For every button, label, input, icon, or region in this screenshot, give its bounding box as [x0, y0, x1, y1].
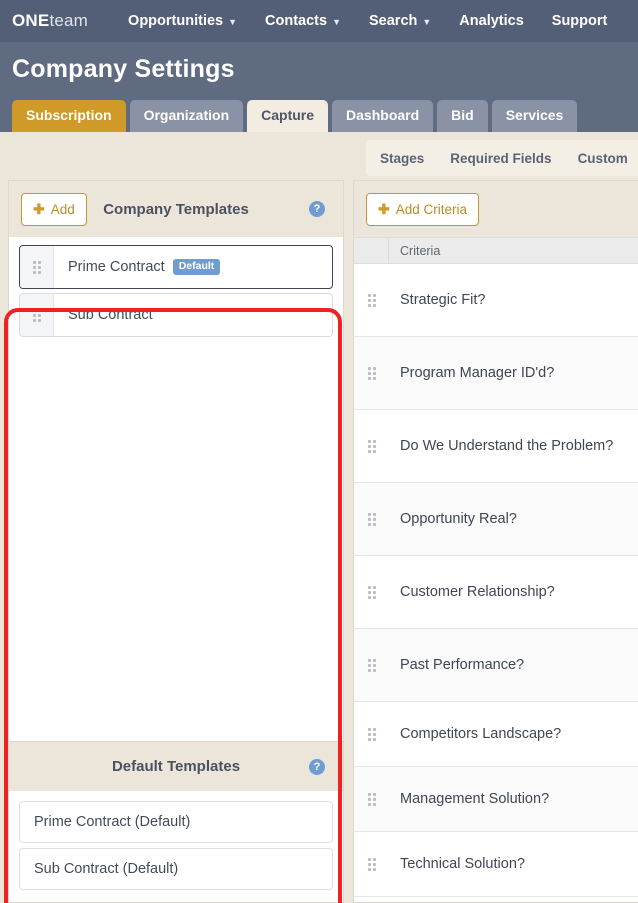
- add-template-button[interactable]: ✚ Add: [21, 192, 87, 226]
- drag-handle-icon[interactable]: [354, 585, 389, 599]
- chevron-down-icon: ▼: [332, 16, 341, 27]
- template-name: Prime Contract: [68, 259, 165, 275]
- drag-handle-icon[interactable]: [354, 512, 389, 526]
- main-tab-bar: Subscription Organization Capture Dashbo…: [12, 99, 578, 132]
- criteria-label: Competitors Landscape?: [400, 726, 562, 742]
- plus-icon: ✚: [33, 200, 45, 217]
- tab-services[interactable]: Services: [491, 99, 578, 132]
- criteria-table-body: Strategic Fit? Program Manager ID'd? Do We…: [354, 264, 638, 902]
- criteria-label: Do We Understand the Problem?: [400, 438, 614, 454]
- nav-label: Analytics: [459, 13, 524, 29]
- subtab-stages[interactable]: Stages: [380, 151, 424, 166]
- drag-handle-icon[interactable]: [20, 294, 54, 336]
- plus-icon: ✚: [378, 200, 390, 217]
- table-row[interactable]: Management Solution?: [354, 767, 638, 832]
- add-template-label: Add: [50, 201, 75, 217]
- drag-handle-icon[interactable]: [354, 658, 389, 672]
- drag-handle-icon[interactable]: [354, 366, 389, 380]
- criteria-panel: ✚ Add Criteria Criteria Strategic Fit? Pr…: [353, 180, 638, 903]
- criteria-label: Program Manager ID'd?: [400, 365, 555, 381]
- table-row[interactable]: Competitors Landscape?: [354, 702, 638, 767]
- template-name: Sub Contract: [68, 307, 153, 323]
- default-templates-title: Default Templates: [111, 758, 241, 775]
- drag-handle-icon[interactable]: [354, 727, 389, 741]
- criteria-label: Past Performance?: [400, 657, 525, 673]
- table-row[interactable]: Do We Understand the Problem?: [354, 410, 638, 483]
- criteria-panel-header: ✚ Add Criteria: [354, 181, 638, 237]
- drag-handle-icon[interactable]: [20, 246, 54, 288]
- tab-bid[interactable]: Bid: [437, 99, 488, 132]
- add-criteria-label: Add Criteria: [395, 201, 468, 217]
- tab-dashboard[interactable]: Dashboard: [332, 99, 434, 132]
- add-criteria-button[interactable]: ✚ Add Criteria: [366, 192, 480, 226]
- criteria-label: Strategic Fit?: [400, 292, 486, 308]
- page-header: Company Settings Subscription Organizati…: [0, 42, 638, 132]
- top-navigation-bar: ONEteam Opportunities ▼ Contacts ▼ Searc…: [0, 0, 638, 42]
- criteria-label: Management Solution?: [400, 791, 550, 807]
- nav-label: Search: [369, 13, 418, 29]
- chevron-down-icon: ▼: [228, 16, 238, 27]
- criteria-label: Customer Relationship?: [400, 584, 555, 600]
- nav-item-opportunities[interactable]: Opportunities ▼: [114, 0, 251, 42]
- drag-handle-icon[interactable]: [354, 857, 389, 871]
- subtab-custom[interactable]: Custom: [578, 151, 628, 166]
- help-icon[interactable]: ?: [309, 759, 325, 775]
- drag-handle-icon[interactable]: [354, 293, 389, 307]
- list-item-sub-contract-default[interactable]: Sub Contract (Default): [19, 848, 333, 890]
- nav-item-analytics[interactable]: Analytics: [445, 0, 537, 42]
- nav-label: Contacts: [265, 13, 328, 29]
- tab-capture[interactable]: Capture: [247, 99, 329, 132]
- criteria-column-header: Criteria: [400, 243, 441, 258]
- tab-organization[interactable]: Organization: [129, 99, 244, 132]
- table-row[interactable]: Opportunity Real?: [354, 483, 638, 556]
- drag-handle-icon[interactable]: [354, 792, 389, 806]
- drag-handle-icon[interactable]: [354, 439, 389, 453]
- table-row[interactable]: Program Manager ID'd?: [354, 337, 638, 410]
- logo-text-bold: ONE: [12, 11, 50, 30]
- criteria-table-header: Criteria: [354, 237, 638, 264]
- template-label-wrap: Prime Contract Default: [54, 246, 221, 288]
- nav-item-support[interactable]: Support: [538, 0, 622, 42]
- page-title: Company Settings: [12, 55, 235, 83]
- criteria-label: Technical Solution?: [400, 856, 525, 872]
- nav-label: Support: [551, 13, 608, 29]
- table-row[interactable]: Past Performance?: [354, 629, 638, 702]
- list-item-prime-contract[interactable]: Prime Contract Default: [19, 245, 333, 289]
- status-badge: Default: [172, 259, 221, 275]
- nav-label: Opportunities: [128, 13, 224, 29]
- default-templates-list: Prime Contract (Default) Sub Contract (D…: [9, 791, 343, 902]
- help-icon[interactable]: ?: [309, 201, 325, 217]
- table-row[interactable]: Technical Solution?: [354, 832, 638, 897]
- logo-text-light: team: [49, 11, 89, 30]
- criteria-header-drag-column: [354, 238, 389, 263]
- list-item-sub-contract[interactable]: Sub Contract: [19, 293, 333, 337]
- template-label-wrap: Sub Contract: [54, 294, 153, 336]
- panels-container: ✚ Add Company Templates ? Prime Contract…: [0, 180, 638, 903]
- table-row[interactable]: Strategic Fit?: [354, 264, 638, 337]
- nav-item-search[interactable]: Search ▼: [355, 0, 445, 42]
- criteria-label: Opportunity Real?: [400, 511, 517, 527]
- company-templates-panel: ✚ Add Company Templates ? Prime Contract…: [8, 180, 344, 903]
- chevron-down-icon: ▼: [422, 16, 432, 27]
- capture-sub-tab-bar: Stages Required Fields Custom: [366, 140, 638, 176]
- default-templates-header: Default Templates ?: [9, 741, 343, 791]
- tab-subscription[interactable]: Subscription: [12, 99, 126, 132]
- company-templates-header: ✚ Add Company Templates ?: [9, 181, 343, 237]
- oneteam-logo[interactable]: ONEteam: [12, 11, 88, 31]
- list-item-prime-contract-default[interactable]: Prime Contract (Default): [19, 801, 333, 843]
- nav-item-contacts[interactable]: Contacts ▼: [251, 0, 355, 42]
- content-area: Stages Required Fields Custom ✚ Add Comp…: [0, 132, 638, 903]
- company-templates-list: Prime Contract Default Sub Contract: [9, 237, 343, 741]
- table-row[interactable]: Customer Relationship?: [354, 556, 638, 629]
- subtab-required-fields[interactable]: Required Fields: [450, 151, 551, 166]
